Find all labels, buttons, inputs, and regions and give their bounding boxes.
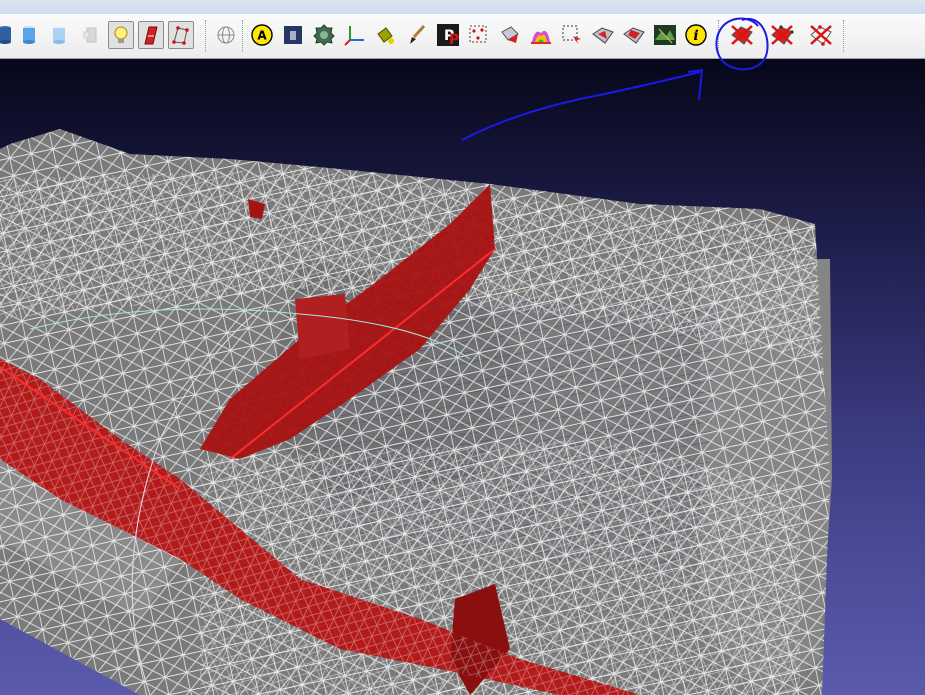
toolbar-separator <box>242 20 243 52</box>
paint-brush-icon[interactable] <box>404 21 430 49</box>
mesh-points-icon[interactable] <box>168 21 194 49</box>
green-gear-icon[interactable] <box>311 21 337 49</box>
raster-image-icon[interactable] <box>652 21 678 49</box>
toolbar: A PP i <box>0 14 925 59</box>
pp-icon[interactable]: PP <box>435 21 461 49</box>
svg-text:i: i <box>693 28 698 44</box>
select-rect-icon[interactable] <box>559 21 585 49</box>
dark-square-icon[interactable] <box>280 21 306 49</box>
axes-icon[interactable] <box>342 21 368 49</box>
delete-faces-icon[interactable] <box>729 21 755 49</box>
info-icon[interactable]: i <box>683 21 709 49</box>
red-block <box>295 294 350 359</box>
3d-viewport[interactable] <box>0 59 925 695</box>
select-faces-icon[interactable] <box>497 21 523 49</box>
annotation-a-icon[interactable]: A <box>249 21 275 49</box>
red-brush-icon[interactable] <box>138 21 164 49</box>
toolbar-separator <box>843 20 844 52</box>
color-rainbow-icon[interactable] <box>528 21 554 49</box>
toolbar-separator <box>718 20 719 52</box>
select-region-icon[interactable] <box>621 21 647 49</box>
svg-text:P: P <box>449 32 459 47</box>
mesh-render <box>0 129 832 695</box>
svg-text:A: A <box>257 29 267 43</box>
globe-grid-icon[interactable] <box>213 21 239 49</box>
window-title-strip <box>0 0 925 15</box>
paint-bucket-icon[interactable] <box>372 21 398 49</box>
cylinder-light-icon[interactable] <box>46 21 72 49</box>
delete-vertices-icon[interactable] <box>808 21 834 49</box>
cylinder-blue-icon[interactable] <box>16 21 42 49</box>
faded-tool-icon[interactable] <box>78 21 104 49</box>
toolbar-separator <box>205 20 206 52</box>
light-bulb-icon[interactable] <box>108 21 134 49</box>
select-connected-icon[interactable] <box>590 21 616 49</box>
select-vertices-icon[interactable] <box>466 21 492 49</box>
delete-faces-vertices-icon[interactable] <box>769 21 795 49</box>
